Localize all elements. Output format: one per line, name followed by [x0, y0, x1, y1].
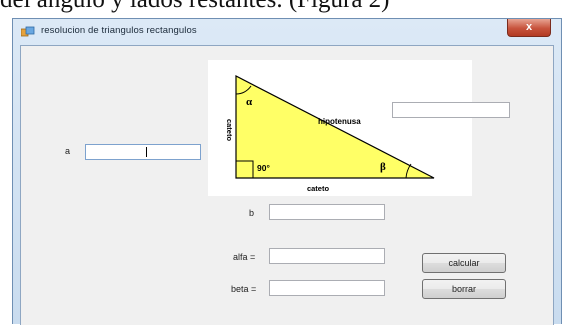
text-caret	[146, 147, 147, 157]
label-alfa: alfa =	[233, 252, 256, 262]
beta-input[interactable]	[269, 280, 385, 296]
close-icon: x	[525, 21, 533, 33]
background-document-text: del ángulo y lados restantes. (Figura 2)	[0, 0, 570, 16]
hipotenusa-input[interactable]	[392, 102, 510, 118]
hipotenusa-label: hipotenusa	[318, 117, 361, 126]
app-icon	[20, 25, 35, 37]
window-title: resolucion de triangulos rectangulos	[41, 25, 197, 36]
label-beta: beta =	[231, 284, 257, 294]
cateto-vertical-label: cateto	[225, 119, 234, 142]
label-a: a	[65, 146, 71, 156]
app-window: resolucion de triangulos rectangulos x α…	[12, 18, 562, 325]
alfa-input[interactable]	[269, 248, 385, 264]
a-input[interactable]	[85, 144, 201, 160]
beta-label: β	[380, 161, 386, 173]
close-button[interactable]: x	[507, 19, 551, 37]
calcular-button[interactable]: calcular	[422, 253, 506, 273]
alpha-label: α	[246, 96, 253, 108]
borrar-button[interactable]: borrar	[422, 279, 506, 299]
label-b: b	[249, 208, 255, 218]
form-client-area: α β 90° hipotenusa cateto cateto a b alf…	[20, 45, 554, 325]
cateto-horizontal-label: cateto	[307, 184, 330, 193]
b-input[interactable]	[269, 204, 385, 220]
right-angle-label: 90°	[257, 163, 270, 173]
title-bar: resolucion de triangulos rectangulos x	[13, 19, 561, 43]
triangle-diagram: α β 90° hipotenusa cateto cateto	[208, 60, 472, 196]
